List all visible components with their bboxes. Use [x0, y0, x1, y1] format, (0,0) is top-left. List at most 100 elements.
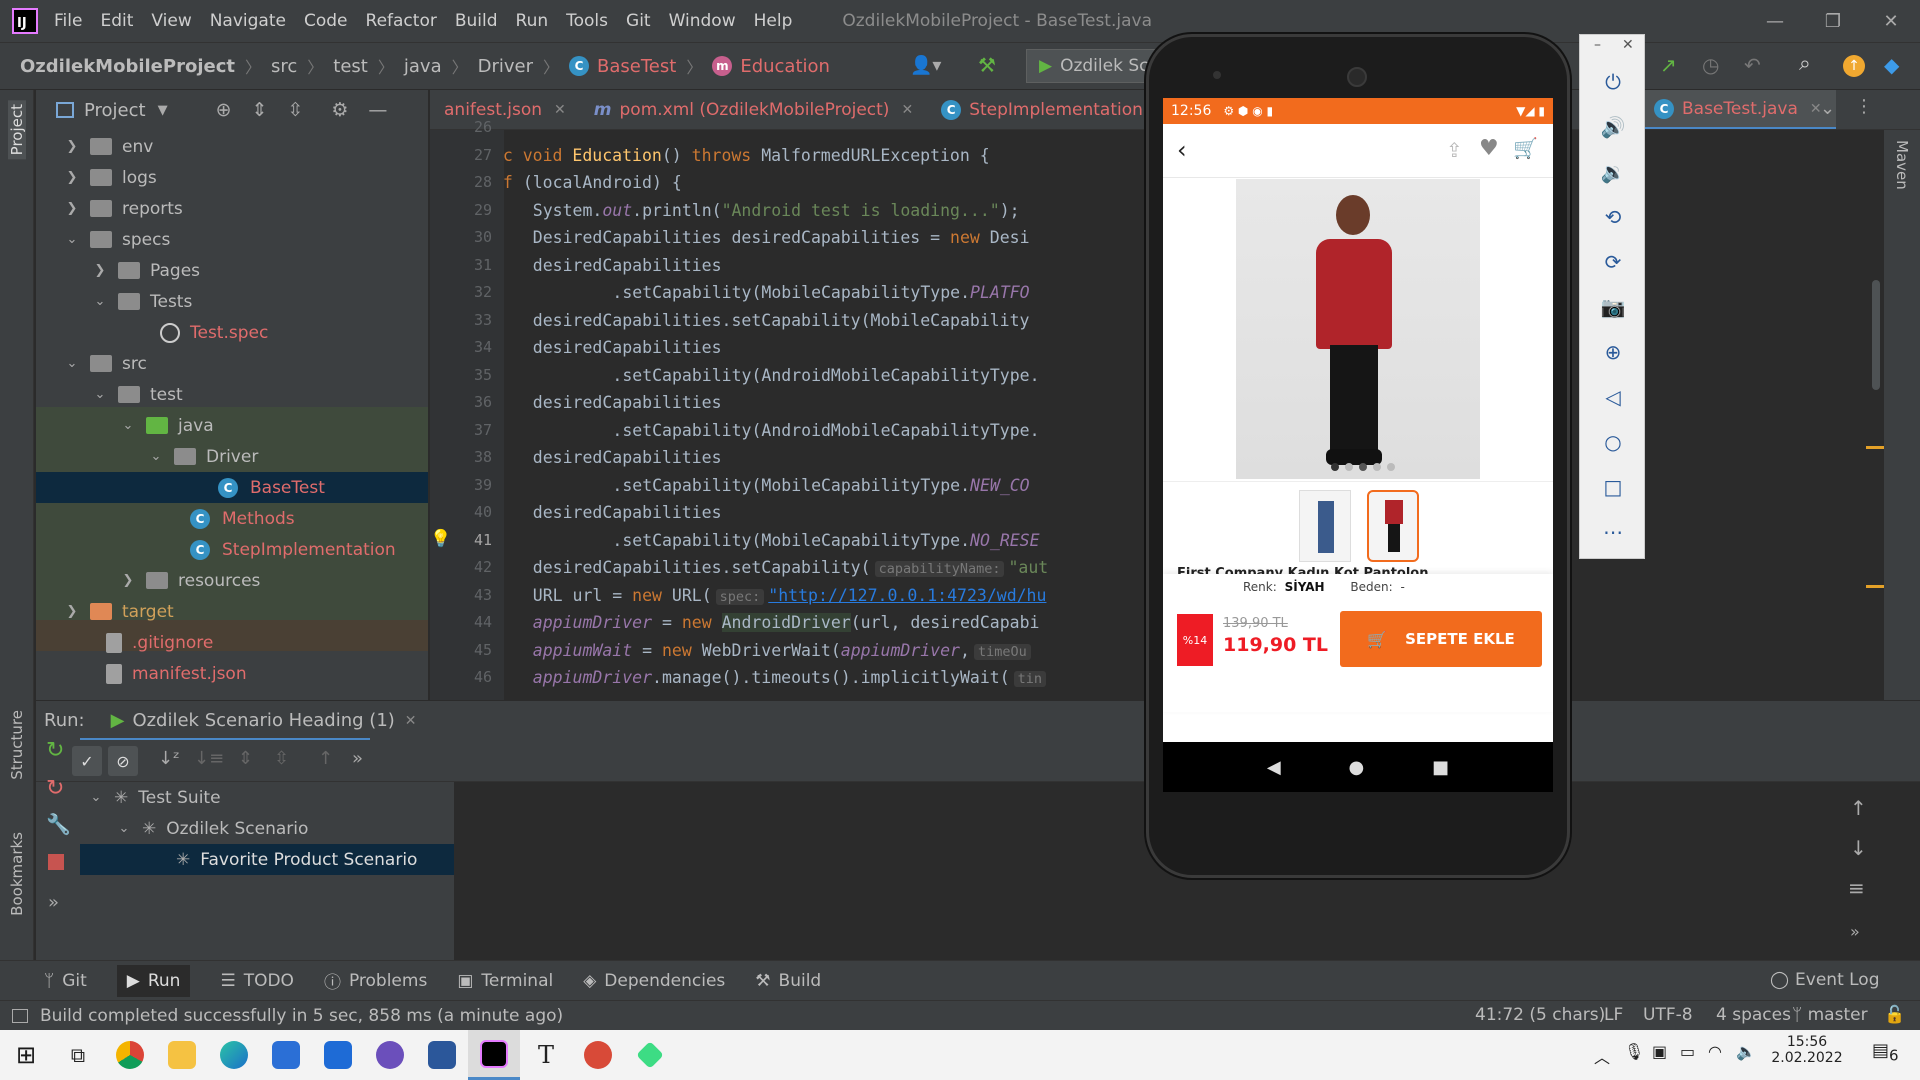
camera-icon[interactable]: 📷	[1580, 290, 1646, 324]
tab-basetest[interactable]: C BaseTest.java ✕	[1640, 90, 1836, 129]
chrome-button[interactable]	[104, 1030, 156, 1080]
close-icon[interactable]: ✕	[901, 102, 913, 118]
close-icon[interactable]: ✕	[405, 713, 417, 729]
chevron-down-icon[interactable]: ⌄	[148, 449, 164, 464]
more-options-icon[interactable]: ⋯	[1580, 515, 1646, 549]
collapse-all-icon[interactable]: ⇳	[274, 748, 289, 769]
gear-icon[interactable]: ⚙	[331, 99, 348, 121]
status-message[interactable]: Build completed successfully in 5 sec, 8…	[40, 1006, 563, 1026]
rollback-icon[interactable]: ↶	[1744, 53, 1761, 77]
menu-help[interactable]: Help	[754, 11, 793, 31]
chevron-down-icon[interactable]: ▼	[158, 103, 168, 118]
project-tool-button[interactable]: Project	[8, 100, 26, 160]
previous-failed-icon[interactable]: ↑	[318, 748, 333, 769]
task-view-button[interactable]: ⧉	[52, 1030, 104, 1080]
chevron-down-icon[interactable]: ⌄	[116, 821, 132, 836]
minimize-icon[interactable]: —	[1746, 0, 1804, 42]
breadcrumb-test[interactable]: test	[333, 56, 368, 77]
update-icon[interactable]: ↑	[1843, 55, 1865, 77]
restore-icon[interactable]: ❐	[1804, 0, 1862, 42]
rotate-left-icon[interactable]: ⟲	[1580, 200, 1646, 234]
more-icon[interactable]: »	[1850, 922, 1860, 941]
tree-item-resources[interactable]: ❯ resources	[36, 565, 428, 596]
mail-button[interactable]	[312, 1030, 364, 1080]
chevron-down-icon[interactable]: ⌄	[92, 294, 108, 309]
breadcrumb-java[interactable]: java	[404, 56, 442, 77]
volume-down-icon[interactable]: 🔉	[1580, 155, 1646, 189]
share-icon[interactable]: ⇪	[1446, 138, 1463, 162]
bookmarks-tool-button[interactable]: Bookmarks	[8, 832, 26, 916]
status-toggle-icon[interactable]	[12, 1008, 28, 1023]
show-ignored-icon[interactable]: ⊘	[108, 746, 138, 776]
expand-all-icon[interactable]: ⇕	[238, 748, 253, 769]
todo-tool-button[interactable]: ☰ TODO	[220, 971, 294, 991]
stop-icon[interactable]	[48, 854, 64, 870]
tree-item-test-spec[interactable]: Test.spec	[36, 317, 428, 348]
editor-scrollbar[interactable]	[1872, 280, 1880, 390]
chevron-right-icon[interactable]: ❯	[92, 263, 108, 278]
tree-item-gitignore[interactable]: .gitignore	[36, 627, 428, 658]
start-button[interactable]: ⊞	[0, 1030, 52, 1080]
clock[interactable]: 15:56 2.02.2022	[1764, 1034, 1850, 1066]
menu-git[interactable]: Git	[626, 11, 651, 31]
wrench-icon[interactable]: 🔧	[46, 812, 71, 836]
collapse-all-icon[interactable]: ⇳	[287, 99, 303, 121]
dependencies-tool-button[interactable]: ◈ Dependencies	[583, 971, 725, 991]
tree-item-tests[interactable]: ⌄ Tests	[36, 286, 428, 317]
tree-item-env[interactable]: ❯ env	[36, 131, 428, 162]
power-icon[interactable]: ⏻	[1580, 65, 1646, 99]
soft-wrap-icon[interactable]: ≡	[1848, 876, 1865, 900]
chevron-down-icon[interactable]: ⌄	[64, 232, 80, 247]
rotate-right-icon[interactable]: ⟳	[1580, 245, 1646, 279]
expand-all-icon[interactable]: ⇕	[252, 99, 268, 121]
terminal-tool-button[interactable]: ▣ Terminal	[457, 971, 553, 991]
run-tab[interactable]: Ozdilek Scenario Heading (1)	[132, 710, 394, 731]
chevron-right-icon[interactable]: ❯	[64, 170, 80, 185]
breadcrumb-method[interactable]: m Education	[712, 56, 830, 77]
tree-item-stepimplementation[interactable]: C StepImplementation	[36, 534, 428, 565]
breadcrumb-basetest[interactable]: C BaseTest	[569, 56, 676, 77]
sort-duration-icon[interactable]: ↓≡	[194, 748, 224, 769]
menu-run[interactable]: Run	[516, 11, 549, 31]
menu-code[interactable]: Code	[304, 11, 348, 31]
tab-pom[interactable]: m pom.xml (OzdilekMobileProject) ✕	[580, 90, 927, 129]
tree-item-target[interactable]: ❯ target	[36, 596, 428, 627]
wifi-icon[interactable]: ◠	[1708, 1042, 1722, 1061]
cart-icon[interactable]: 🛒	[1513, 136, 1538, 160]
warning-marker[interactable]	[1866, 585, 1886, 588]
build-tool-button[interactable]: ⚒ Build	[755, 971, 821, 991]
tree-item-reports[interactable]: ❯ reports	[36, 193, 428, 224]
rerun-icon[interactable]: ↻	[46, 738, 64, 763]
more-options-icon[interactable]: ⋮	[1855, 96, 1873, 117]
caret-position[interactable]: 41:72 (5 chars)	[1475, 1005, 1605, 1025]
menu-edit[interactable]: Edit	[100, 11, 133, 31]
word-button[interactable]	[416, 1030, 468, 1080]
chevron-down-icon[interactable]: ⌄	[88, 790, 104, 805]
menu-window[interactable]: Window	[669, 11, 736, 31]
tab-manifest[interactable]: anifest.json ✕	[430, 90, 580, 129]
close-icon[interactable]: ✕	[1622, 37, 1634, 53]
file-encoding[interactable]: UTF-8	[1643, 1005, 1693, 1025]
tree-item-java[interactable]: ⌄ java	[36, 410, 428, 441]
product-image-carousel[interactable]	[1163, 179, 1553, 479]
heart-icon[interactable]: ♥	[1479, 136, 1499, 161]
tree-item-basetest[interactable]: C BaseTest	[36, 472, 428, 503]
overview-icon[interactable]: □	[1580, 470, 1646, 504]
thumbnail-sweater[interactable]	[1367, 490, 1419, 562]
event-log-button[interactable]: ◯ Event Log	[1770, 970, 1880, 990]
menu-navigate[interactable]: Navigate	[210, 11, 286, 31]
zoom-icon[interactable]: ⊕	[1580, 335, 1646, 369]
store-button[interactable]	[260, 1030, 312, 1080]
chevron-right-icon[interactable]: ❯	[64, 139, 80, 154]
show-passed-icon[interactable]: ✓	[72, 746, 102, 776]
minimize-icon[interactable]: –	[1594, 37, 1601, 53]
chevron-down-icon[interactable]: ⌄	[120, 418, 136, 433]
home-circle-icon[interactable]: ●	[1349, 757, 1365, 778]
breadcrumb-driver[interactable]: Driver	[478, 56, 533, 77]
problems-tool-button[interactable]: ⓘ Problems	[324, 968, 427, 994]
back-arrow-icon[interactable]: ‹	[1177, 136, 1187, 164]
user-icon[interactable]: 👤▾	[910, 55, 941, 76]
line-separator[interactable]: LF	[1604, 1005, 1623, 1025]
project-panel-title[interactable]: Project	[84, 100, 146, 121]
battery-icon[interactable]: ▭	[1680, 1042, 1695, 1061]
